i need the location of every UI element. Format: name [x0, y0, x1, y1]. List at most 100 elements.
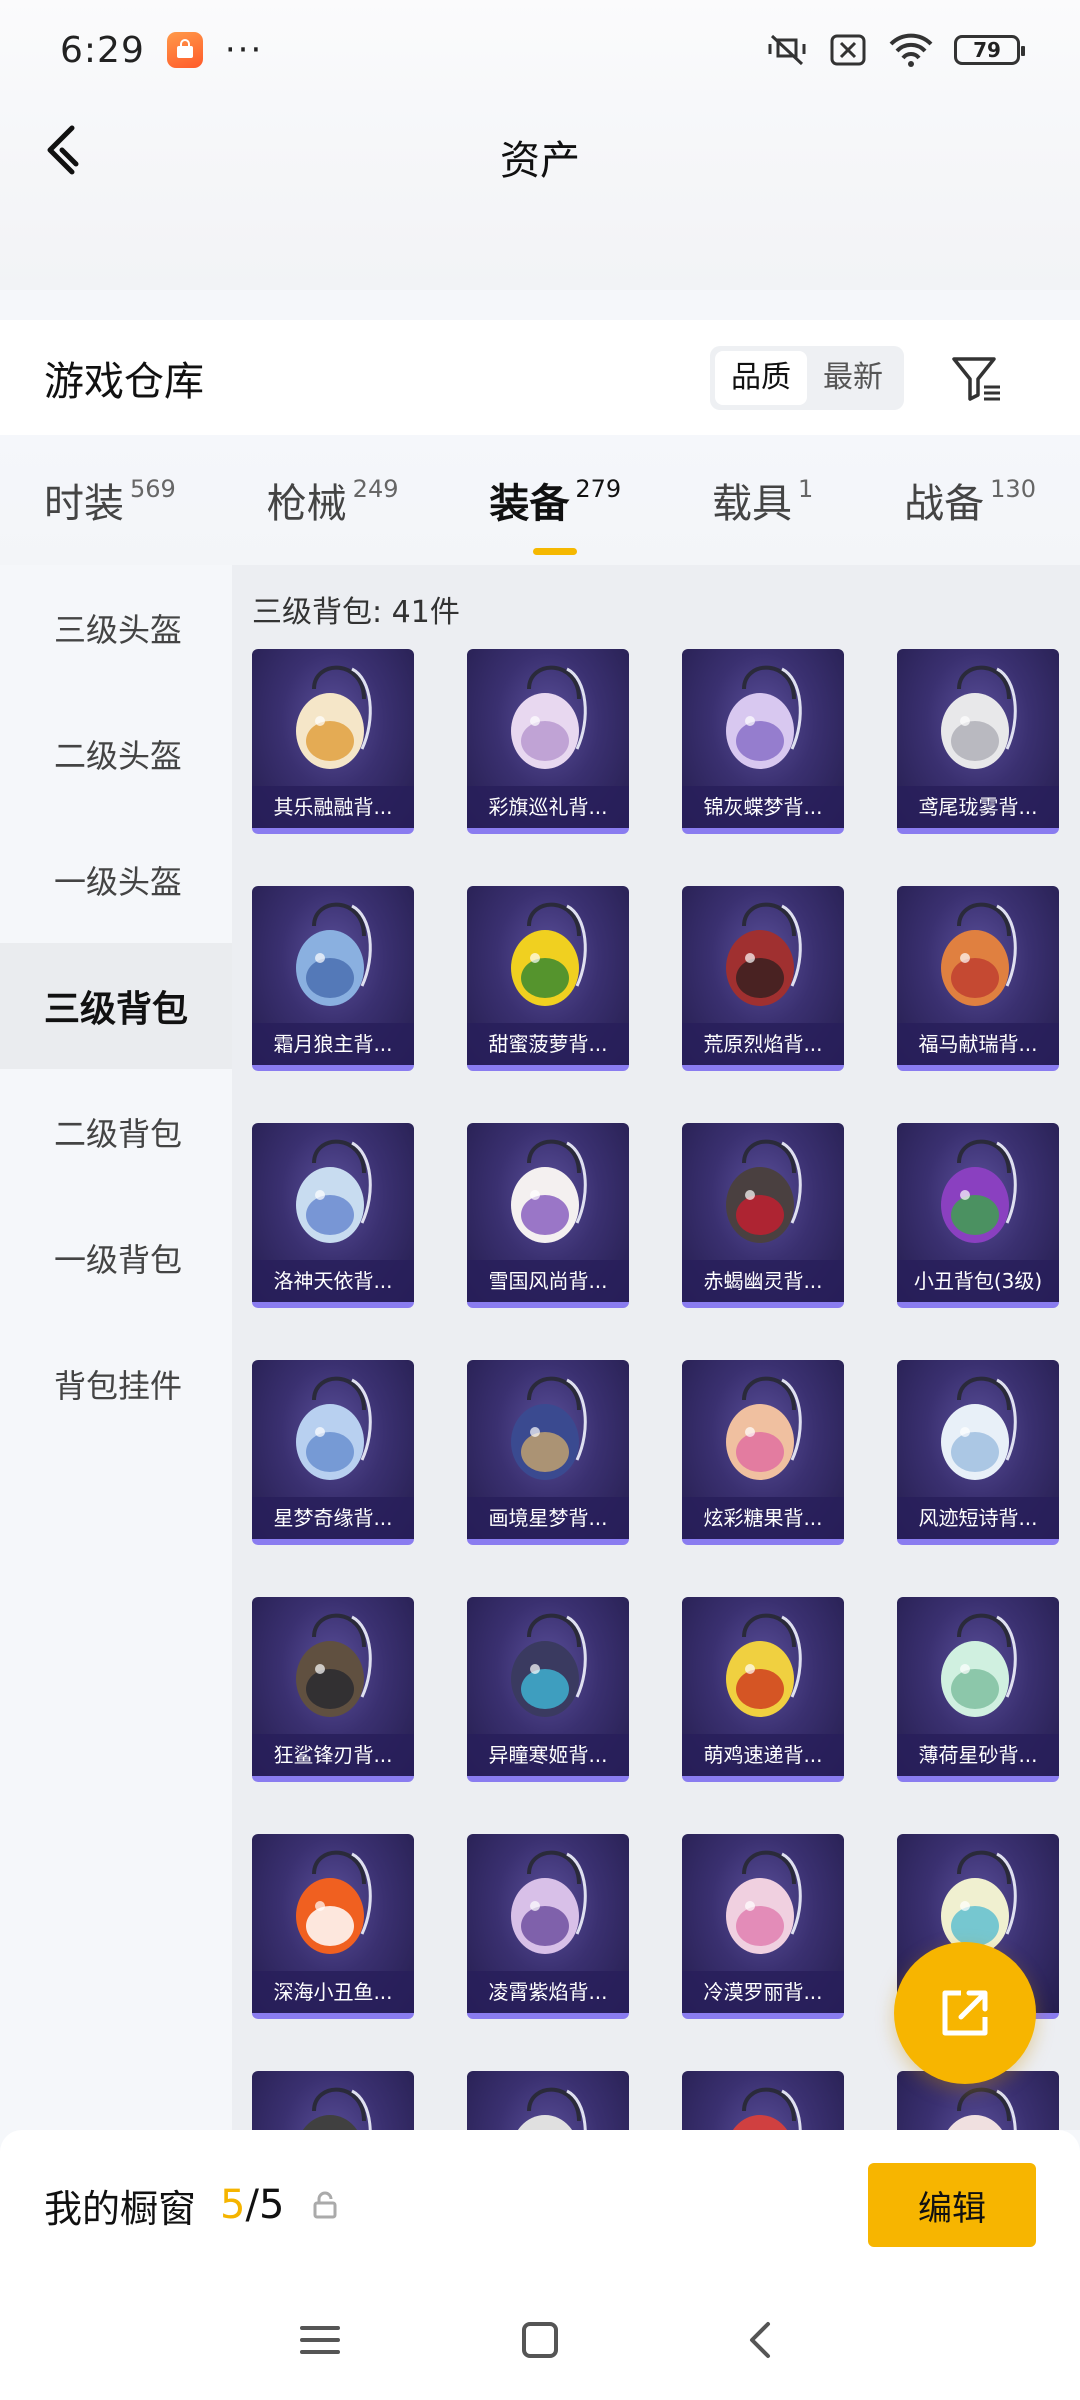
showcase-bar: 我的橱窗 5/5 编辑 — [0, 2130, 1080, 2280]
sidebar-item-level1-helmet[interactable]: 一级头盔 — [0, 817, 232, 943]
category-tabs: 时装 569 枪械 249 装备 279 载具 1 战备 130 — [0, 435, 1080, 565]
backpack-item-card[interactable]: 星梦奇缘背... — [252, 1360, 414, 1545]
share-out-icon — [942, 1990, 988, 2036]
backpack-item-card[interactable]: 画境星梦背... — [467, 1360, 629, 1545]
backpack-thumbnail-icon — [726, 1850, 802, 1954]
item-name-label: 霜月狼主背... — [252, 1023, 414, 1065]
status-time: 6:29 — [60, 29, 145, 71]
backpack-item-card[interactable]: 凌霄紫焰背... — [467, 1834, 629, 2019]
sort-toggle: 品质 最新 — [710, 345, 904, 410]
funnel-filter-icon — [952, 356, 1000, 401]
showcase-label: 我的橱窗 — [44, 2186, 197, 2231]
backpack-thumbnail-icon — [941, 1376, 1017, 1480]
square-home-icon — [522, 2322, 558, 2358]
tab-count: 279 — [575, 475, 622, 503]
sidebar-item-level3-helmet[interactable]: 三级头盔 — [0, 565, 232, 691]
warehouse-title: 游戏仓库 — [44, 358, 204, 405]
backpack-item-card[interactable]: 雪国风尚背... — [467, 1123, 629, 1308]
backpack-thumbnail-icon — [296, 1613, 372, 1717]
sort-newest-option[interactable]: 最新 — [807, 351, 899, 405]
item-name-label: 凌霄紫焰背... — [467, 1971, 629, 2013]
backpack-item-card[interactable]: 狂鲨锋刃背... — [252, 1597, 414, 1782]
system-nav-bar — [0, 2280, 1080, 2400]
status-bar: 6:29 ··· 79 — [0, 0, 1080, 100]
sidebar-item-level3-backpack[interactable]: 三级背包 — [0, 943, 232, 1069]
backpack-thumbnail-icon — [941, 665, 1017, 769]
menu-icon — [300, 2326, 340, 2354]
backpack-thumbnail-icon — [726, 1376, 802, 1480]
tab-fashion[interactable]: 时装 569 — [44, 471, 176, 529]
subcategory-sidebar: 三级头盔 二级头盔 一级头盔 三级背包 二级背包 一级背包 背包挂件 — [0, 565, 232, 2130]
showcase-count: 5/5 — [220, 2182, 284, 2228]
share-button[interactable] — [894, 1942, 1036, 2084]
tab-count: 249 — [352, 475, 399, 503]
backpack-item-card[interactable]: 冷漠罗丽背... — [682, 1834, 844, 2019]
backpack-thumbnail-icon — [511, 1613, 587, 1717]
backpack-item-card[interactable]: 萌鸡速递背... — [682, 1597, 844, 1782]
page-title: 资产 — [500, 138, 580, 184]
backpack-item-card[interactable]: 霜月狼主背... — [252, 886, 414, 1071]
warehouse-header: 游戏仓库 品质 最新 — [0, 320, 1080, 435]
tab-count: 130 — [990, 475, 1036, 503]
item-name-label: 深海小丑鱼... — [252, 1971, 414, 2013]
nav-menu-button[interactable] — [290, 2310, 350, 2370]
backpack-thumbnail-icon — [726, 1139, 802, 1243]
item-name-label: 异瞳寒姬背... — [467, 1734, 629, 1776]
tab-vehicles[interactable]: 载具 1 — [712, 471, 813, 529]
filter-button[interactable] — [950, 351, 1004, 405]
backpack-item-card[interactable]: 异瞳寒姬背... — [467, 1597, 629, 1782]
backpack-item-card[interactable]: 小丑背包(3级) — [897, 1123, 1059, 1308]
item-grid: 其乐融融背... 彩旗巡礼背... 锦灰蝶梦背... 鸢尾珑雾背... 霜月狼主背...… — [252, 649, 1059, 2130]
backpack-thumbnail-icon — [511, 902, 587, 1006]
backpack-item-card[interactable]: 薄荷星砂背... — [897, 1597, 1059, 1782]
backpack-item-card[interactable]: 炫彩糖果背... — [682, 1360, 844, 1545]
item-name-label: 赤蝎幽灵背... — [682, 1260, 844, 1302]
backpack-thumbnail-icon — [726, 902, 802, 1006]
tab-equipment[interactable]: 装备 279 — [489, 471, 622, 555]
backpack-item-card[interactable]: 甜蜜菠萝背... — [467, 886, 629, 1071]
sidebar-item-level2-backpack[interactable]: 二级背包 — [0, 1069, 232, 1195]
backpack-item-card[interactable]: 风迹短诗背... — [897, 1360, 1059, 1545]
backpack-item-card[interactable]: 洛神天依背... — [252, 1123, 414, 1308]
edit-button[interactable]: 编辑 — [868, 2163, 1036, 2247]
backpack-thumbnail-icon — [296, 1139, 372, 1243]
backpack-item-card[interactable] — [682, 2071, 844, 2130]
backpack-item-card[interactable]: 其乐融融背... — [252, 649, 414, 834]
item-name-label: 彩旗巡礼背... — [467, 786, 629, 828]
backpack-thumbnail-icon — [296, 1850, 372, 1954]
nav-home-button[interactable] — [510, 2310, 570, 2370]
backpack-thumbnail-icon — [941, 902, 1017, 1006]
backpack-item-card[interactable]: 荒原烈焰背... — [682, 886, 844, 1071]
sort-quality-option[interactable]: 品质 — [715, 350, 807, 405]
tab-label: 枪械 — [266, 481, 347, 527]
backpack-item-card[interactable]: 福马献瑞背... — [897, 886, 1059, 1071]
active-tab-indicator — [533, 548, 578, 555]
backpack-item-card[interactable]: 深海小丑鱼... — [252, 1834, 414, 2019]
tab-count: 569 — [130, 475, 176, 503]
backpack-thumbnail-icon — [511, 1850, 587, 1954]
sidebar-item-level2-helmet[interactable]: 二级头盔 — [0, 691, 232, 817]
backpack-thumbnail-icon — [302, 2087, 372, 2130]
backpack-item-card[interactable]: 鸢尾珑雾背... — [897, 649, 1059, 834]
item-name-label: 狂鲨锋刃背... — [252, 1734, 414, 1776]
more-notifications-icon: ··· — [224, 30, 264, 70]
item-name-label: 福马献瑞背... — [897, 1023, 1059, 1065]
backpack-thumbnail-icon — [732, 2087, 802, 2130]
tab-weapons[interactable]: 枪械 249 — [267, 471, 399, 529]
nav-back-button[interactable] — [730, 2310, 790, 2370]
tab-label: 战备 — [904, 481, 985, 527]
item-name-label: 其乐融融背... — [252, 786, 414, 828]
backpack-item-card[interactable] — [467, 2071, 629, 2130]
tab-gear[interactable]: 战备 130 — [904, 471, 1036, 529]
wifi-icon — [889, 33, 933, 67]
backpack-item-card[interactable]: 锦灰蝶梦背... — [682, 649, 844, 834]
backpack-thumbnail-icon — [726, 1613, 802, 1717]
backpack-item-card[interactable]: 彩旗巡礼背... — [467, 649, 629, 834]
page-header: 资产 — [0, 100, 1080, 290]
item-name-label: 鸢尾珑雾背... — [897, 786, 1059, 828]
backpack-item-card[interactable]: 赤蝎幽灵背... — [682, 1123, 844, 1308]
backpack-item-card[interactable] — [252, 2071, 414, 2130]
sidebar-item-level1-backpack[interactable]: 一级背包 — [0, 1195, 232, 1321]
sidebar-item-backpack-charm[interactable]: 背包挂件 — [0, 1321, 232, 1447]
item-name-label: 风迹短诗背... — [897, 1497, 1059, 1539]
